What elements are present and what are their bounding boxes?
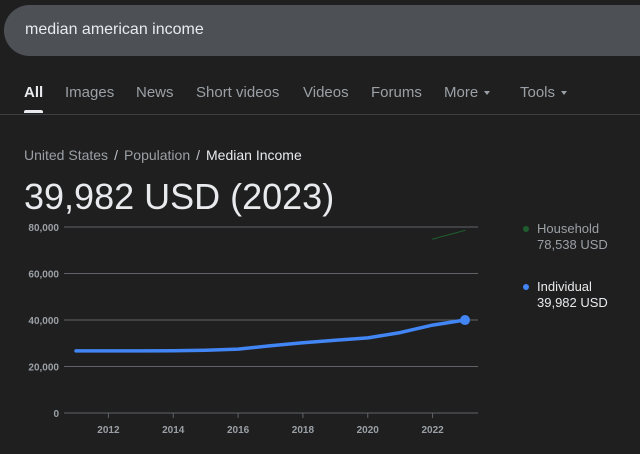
x-tick-label: 2014 [162,425,185,436]
series-line-individual [74,318,467,353]
legend-label: Household [537,221,600,236]
legend-label: Individual [537,279,592,294]
x-tick-label: 2022 [421,425,444,436]
y-tick-label: 80,000 [28,223,59,234]
x-tick-label: 2016 [227,425,250,436]
x-tick-label: 2020 [357,425,380,436]
y-tick-label: 60,000 [28,270,59,281]
data-point-individual [460,315,470,326]
y-tick-label: 40,000 [28,316,59,327]
legend-household[interactable]: Household 78,538 USD [523,221,608,253]
legend-dot-icon [523,226,529,232]
series-line-household [432,229,466,240]
legend-individual[interactable]: Individual 39,982 USD [523,279,608,311]
x-tick-label: 2018 [292,425,315,436]
legend-value: 39,982 USD [537,295,608,310]
y-tick-label: 0 [53,409,59,420]
y-tick-label: 20,000 [28,363,59,374]
x-tick-label: 2012 [97,425,120,436]
legend-value: 78,538 USD [537,237,608,252]
legend-dot-icon [523,284,529,290]
